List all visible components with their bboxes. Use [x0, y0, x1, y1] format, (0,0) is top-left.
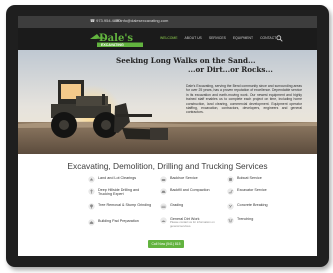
service-label: Backfill and Compaction — [170, 188, 210, 192]
backfill-icon — [160, 188, 167, 195]
brand-tagline: EXCAVATING — [101, 43, 124, 47]
service-label: Grading — [170, 203, 184, 207]
dales-excavating-logo[interactable]: Dale's EXCAVATING — [88, 31, 148, 48]
service-item[interactable]: Building Pad Preparation — [88, 219, 139, 226]
nav-menu: WELCOME ABOUT US SERVICES EQUIPMENT CONT… — [160, 36, 276, 40]
tablet-frame: ☎ 973.954.4800 ✉ info@dalesexcavating.co… — [6, 5, 329, 267]
nav-item-contact[interactable]: CONTACT — [260, 36, 276, 40]
service-item[interactable]: Bobcat Service — [227, 176, 262, 183]
screen: ☎ 973.954.4800 ✉ info@dalesexcavating.co… — [18, 16, 317, 256]
hero-banner: Seeking Long Walks on the Sand... ...or … — [18, 50, 317, 154]
building-pad-icon — [88, 219, 95, 226]
service-label: Land and Lot Clearings — [98, 176, 137, 180]
service-item[interactable]: Backfill and Compaction — [160, 188, 210, 195]
dirt-work-icon — [160, 217, 167, 224]
service-note: Please contact us for information on gen… — [170, 220, 215, 228]
hero-description: Dale's Excavating, serving the Bend comm… — [186, 84, 302, 115]
call-now-button[interactable]: Call Now (541) 815 — [148, 240, 184, 248]
service-label: Deep Hillside Drilling and Trucking Expe… — [98, 188, 140, 197]
search-icon[interactable] — [276, 35, 283, 42]
service-item[interactable]: Grading — [160, 203, 183, 210]
service-label: Excavator Service — [237, 188, 267, 192]
service-item[interactable]: Tree Removal & Stump Grinding — [88, 203, 154, 210]
service-item[interactable]: Concrete Breaking — [227, 203, 268, 210]
service-item[interactable]: Backhoe Service — [160, 176, 198, 183]
service-item[interactable]: General Dirt Work Please contact us for … — [160, 217, 220, 228]
service-item[interactable]: Trenching — [227, 217, 253, 224]
service-item[interactable]: Excavator Service — [227, 188, 267, 195]
service-item[interactable]: Deep Hillside Drilling and Trucking Expe… — [88, 188, 154, 196]
nav-item-about-us[interactable]: ABOUT US — [185, 36, 202, 40]
service-label: Trenching — [237, 217, 254, 221]
email-address[interactable]: ✉ info@dalesexcavating.com — [116, 18, 168, 23]
land-clearing-icon — [88, 176, 95, 183]
service-item[interactable]: Land and Lot Clearings — [88, 176, 136, 183]
main-navigation: Dale's EXCAVATING WELCOME ABOUT US SERVI… — [18, 28, 317, 50]
concrete-breaking-icon — [227, 203, 234, 210]
nav-item-equipment[interactable]: EQUIPMENT — [233, 36, 253, 40]
nav-item-welcome[interactable]: WELCOME — [160, 36, 178, 40]
tree-removal-icon — [88, 203, 95, 210]
service-label: Concrete Breaking — [237, 203, 268, 207]
service-label: Backhoe Service — [170, 176, 198, 180]
hero-headline-line2: ...or Dirt...or Rocks... — [188, 65, 273, 74]
excavator-icon — [227, 188, 234, 195]
services-section-title: Excavating, Demolition, Drilling and Tru… — [67, 161, 268, 171]
service-label: Tree Removal & Stump Grinding — [98, 203, 152, 207]
drilling-icon — [88, 188, 95, 195]
bobcat-icon — [227, 176, 234, 183]
nav-item-services[interactable]: SERVICES — [209, 36, 226, 40]
service-label: Building Pad Preparation — [98, 219, 139, 223]
hero-headline-line1: Seeking Long Walks on the Sand... — [116, 56, 256, 65]
service-label: Bobcat Service — [237, 176, 262, 180]
backhoe-icon — [160, 176, 167, 183]
grading-icon — [160, 203, 167, 210]
top-contact-bar: ☎ 973.954.4800 ✉ info@dalesexcavating.co… — [18, 16, 317, 28]
trenching-icon — [227, 217, 234, 224]
